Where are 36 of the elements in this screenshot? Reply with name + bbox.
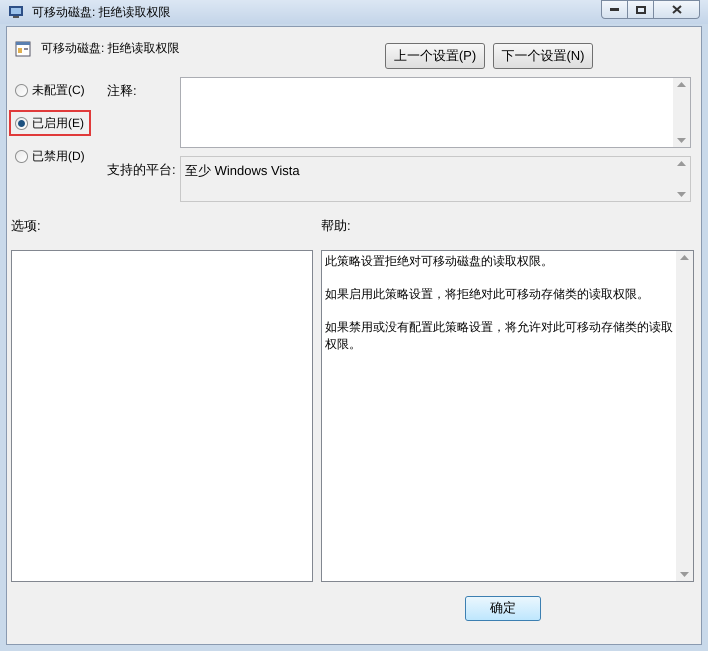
nav-button[interactable]: 下一个设置(N) [493,43,593,69]
scroll-down-icon[interactable] [677,138,686,143]
comment-label: 注释: [107,82,138,100]
scrollbar[interactable] [673,78,690,147]
comment-field[interactable] [180,77,691,148]
close-icon [672,5,682,14]
radio-option[interactable]: 已禁用(D) [15,147,85,165]
radio-button[interactable] [15,84,28,96]
radio-button[interactable] [15,116,28,130]
ok-button[interactable]: 确定 [465,596,541,620]
window-title: 可移动磁盘: 拒绝读取权限 [32,4,171,21]
platform-label: 支持的平台: [107,161,177,179]
help-text: 如果禁用或没有配置此策略设置，将允许对此可移动存储类的读取权限。 [325,318,673,352]
radio-button[interactable] [15,150,28,162]
scroll-down-icon[interactable] [677,192,686,197]
help-text: 此策略设置拒绝对可移动磁盘的读取权限。 [325,252,554,270]
scroll-down-icon[interactable] [680,572,689,576]
policy-title: 可移动磁盘: 拒绝读取权限 [41,40,180,57]
nav-button[interactable]: 上一个设置(P) [385,43,485,69]
maximize-button[interactable] [628,0,654,19]
radio-option[interactable]: 未配置(C) [15,81,85,99]
help-text: 如果启用此策略设置，将拒绝对此可移动存储类的读取权限。 [325,286,650,302]
scroll-up-icon[interactable] [677,82,686,87]
window-icon [8,5,24,19]
policy-icon [15,41,31,57]
help-label: 帮助: [321,217,351,235]
scroll-up-icon[interactable] [680,254,689,260]
scrollbar[interactable] [676,250,693,580]
close-button[interactable] [654,0,700,19]
radio-option[interactable]: 已启用(E) [15,114,85,132]
minimize-button[interactable] [601,0,628,19]
minimize-icon [610,8,619,11]
platform-value: 至少 Windows Vista [184,162,301,180]
maximize-icon [636,6,646,14]
options-label: 选项: [11,217,42,235]
scroll-up-icon[interactable] [677,161,686,166]
